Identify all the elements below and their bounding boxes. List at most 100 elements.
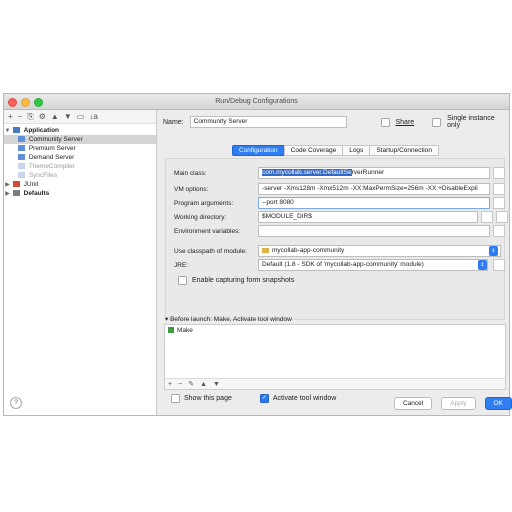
main-class-input[interactable]: com.mycollab.server.DefaultServerRunner bbox=[258, 167, 490, 179]
tree-item-premium-server[interactable]: Premium Server bbox=[4, 144, 156, 153]
before-launch-toolbar: + − ✎ ▲ ▼ bbox=[165, 378, 505, 389]
run-debug-dialog: Run/Debug Configurations + − ⎘ ⚙ ▲ ▼ ▭ ↓… bbox=[3, 93, 512, 416]
configurations-tree-pane: + − ⎘ ⚙ ▲ ▼ ▭ ↓a ▼ Application Community… bbox=[4, 110, 157, 415]
main-class-rest-text: rverRunner bbox=[351, 169, 385, 176]
tree-toolbar: + − ⎘ ⚙ ▲ ▼ ▭ ↓a bbox=[4, 110, 156, 124]
help-button[interactable]: ? bbox=[10, 397, 22, 409]
configuration-editor: Name: Community Server Share Single inst… bbox=[157, 110, 512, 415]
app-config-icon bbox=[18, 172, 25, 179]
wrench-icon bbox=[12, 190, 20, 197]
capture-snapshots-checkbox[interactable] bbox=[178, 276, 187, 285]
edit-task-icon[interactable]: ✎ bbox=[188, 380, 194, 388]
env-vars-input[interactable] bbox=[258, 225, 490, 237]
app-config-icon bbox=[18, 136, 25, 143]
add-config-icon[interactable]: + bbox=[8, 112, 13, 121]
configuration-panel: Main class: com.mycollab.server.DefaultS… bbox=[165, 158, 508, 320]
tree-node-defaults[interactable]: ▶ Defaults bbox=[4, 189, 156, 198]
browse-jre-button[interactable] bbox=[493, 259, 505, 271]
jre-label: JRE: bbox=[174, 261, 189, 269]
single-instance-label: Single instance only bbox=[447, 115, 495, 129]
vm-options-input[interactable]: -server -Xms128m -Xmx512m -XX:MaxPermSiz… bbox=[258, 183, 490, 195]
vm-options-label: VM options: bbox=[174, 185, 209, 193]
title-bar: Run/Debug Configurations bbox=[4, 94, 509, 110]
program-args-row: Program arguments: --port 8080 bbox=[174, 197, 505, 209]
tree-item-syncfiles[interactable]: SyncFiles bbox=[4, 171, 156, 180]
app-config-icon bbox=[18, 163, 25, 170]
classpath-select[interactable]: mycollab-app-community bbox=[258, 245, 501, 257]
insert-macro-button[interactable] bbox=[496, 211, 508, 223]
program-args-label: Program arguments: bbox=[174, 199, 234, 207]
dropdown-arrow-icon[interactable]: ⇕ bbox=[489, 246, 498, 256]
classpath-row: Use classpath of module: mycollab-app-co… bbox=[174, 245, 501, 257]
tree-item-community-server[interactable]: Community Server bbox=[4, 135, 156, 144]
move-up-icon[interactable]: ▲ bbox=[51, 112, 59, 121]
edit-env-vars-button[interactable] bbox=[493, 225, 505, 237]
browse-working-dir-button[interactable] bbox=[481, 211, 493, 223]
jre-row: JRE: Default (1.8 - SDK of 'mycollab-app… bbox=[174, 259, 505, 271]
module-folder-icon bbox=[262, 247, 269, 253]
before-launch-item-make[interactable]: Make bbox=[165, 325, 505, 336]
activate-tool-window-checkbox[interactable]: ✓ bbox=[259, 394, 269, 403]
config-tabs: Configuration Code Coverage Logs Startup… bbox=[232, 145, 439, 156]
working-dir-label: Working directory: bbox=[174, 213, 227, 221]
show-page-checkbox[interactable] bbox=[171, 394, 180, 403]
junit-icon bbox=[12, 181, 20, 188]
env-vars-label: Environment variables: bbox=[174, 227, 241, 235]
vm-options-row: VM options: -server -Xms128m -Xmx512m -X… bbox=[174, 183, 505, 195]
before-launch-header[interactable]: ▾ Before launch: Make, Activate tool win… bbox=[165, 315, 292, 323]
name-input[interactable]: Community Server bbox=[189, 116, 347, 128]
capture-snapshots-label: Enable capturing form snapshots bbox=[192, 277, 295, 284]
name-row: Name: Community Server Share Single inst… bbox=[163, 115, 509, 129]
app-config-icon bbox=[18, 145, 25, 152]
dialog-buttons: Cancel Apply OK bbox=[394, 397, 512, 410]
tab-configuration[interactable]: Configuration bbox=[232, 145, 285, 156]
main-class-row: Main class: com.mycollab.server.DefaultS… bbox=[174, 167, 505, 179]
tab-startup-connection[interactable]: Startup/Connection bbox=[369, 145, 439, 156]
program-args-input[interactable]: --port 8080 bbox=[258, 197, 490, 209]
tree-item-demand-server[interactable]: Demand Server bbox=[4, 153, 156, 162]
window-title: Run/Debug Configurations bbox=[215, 98, 298, 105]
classpath-label: Use classpath of module: bbox=[174, 247, 247, 255]
show-page-label: Show this page bbox=[184, 395, 232, 402]
working-dir-row: Working directory: $MODULE_DIR$ bbox=[174, 211, 508, 223]
maximize-window-button[interactable] bbox=[34, 98, 43, 107]
main-class-selected-text: com.mycollab.server.DefaultSe bbox=[262, 169, 352, 176]
settings-icon[interactable]: ⚙ bbox=[39, 112, 46, 121]
jre-select[interactable]: Default (1.8 - SDK of 'mycollab-app-comm… bbox=[258, 259, 488, 271]
expand-program-args-button[interactable] bbox=[493, 197, 505, 209]
move-task-down-icon[interactable]: ▼ bbox=[213, 381, 220, 388]
app-config-icon bbox=[18, 154, 25, 161]
ok-button[interactable]: OK bbox=[484, 397, 512, 410]
browse-main-class-button[interactable] bbox=[493, 167, 505, 179]
remove-task-icon[interactable]: − bbox=[178, 381, 182, 388]
working-dir-input[interactable]: $MODULE_DIR$ bbox=[258, 211, 478, 223]
move-task-up-icon[interactable]: ▲ bbox=[200, 381, 207, 388]
move-down-icon[interactable]: ▼ bbox=[64, 112, 72, 121]
remove-config-icon[interactable]: − bbox=[18, 112, 23, 121]
tree-item-themecompiler[interactable]: ThemeCompiler bbox=[4, 162, 156, 171]
configurations-tree: ▼ Application Community Server Premium S… bbox=[4, 124, 156, 198]
tree-node-junit[interactable]: ▶ JUnit bbox=[4, 180, 156, 189]
expand-vm-options-button[interactable] bbox=[493, 183, 505, 195]
make-icon bbox=[168, 327, 174, 334]
name-label: Name: bbox=[163, 118, 184, 126]
tree-node-application[interactable]: ▼ Application bbox=[4, 126, 156, 135]
expand-arrow-icon[interactable]: ▶ bbox=[4, 190, 11, 199]
single-instance-checkbox[interactable] bbox=[432, 117, 442, 127]
tab-code-coverage[interactable]: Code Coverage bbox=[283, 145, 344, 156]
apply-button[interactable]: Apply bbox=[441, 397, 476, 410]
add-task-icon[interactable]: + bbox=[168, 381, 172, 388]
application-icon bbox=[12, 127, 20, 134]
dropdown-arrow-icon[interactable]: ⇕ bbox=[478, 260, 487, 270]
folder-icon[interactable]: ▭ bbox=[77, 112, 85, 121]
activate-tool-window-label: Activate tool window bbox=[272, 395, 337, 402]
launch-options-row: Show this page ✓ Activate tool window bbox=[171, 394, 336, 403]
minimize-window-button[interactable] bbox=[21, 98, 30, 107]
close-window-button[interactable] bbox=[8, 98, 17, 107]
sort-icon[interactable]: ↓a bbox=[89, 112, 97, 121]
share-checkbox[interactable] bbox=[380, 117, 390, 127]
copy-config-icon[interactable]: ⎘ bbox=[27, 112, 33, 122]
tab-logs[interactable]: Logs bbox=[342, 145, 371, 156]
cancel-button[interactable]: Cancel bbox=[394, 397, 433, 410]
snapshots-row: Enable capturing form snapshots bbox=[178, 276, 294, 285]
